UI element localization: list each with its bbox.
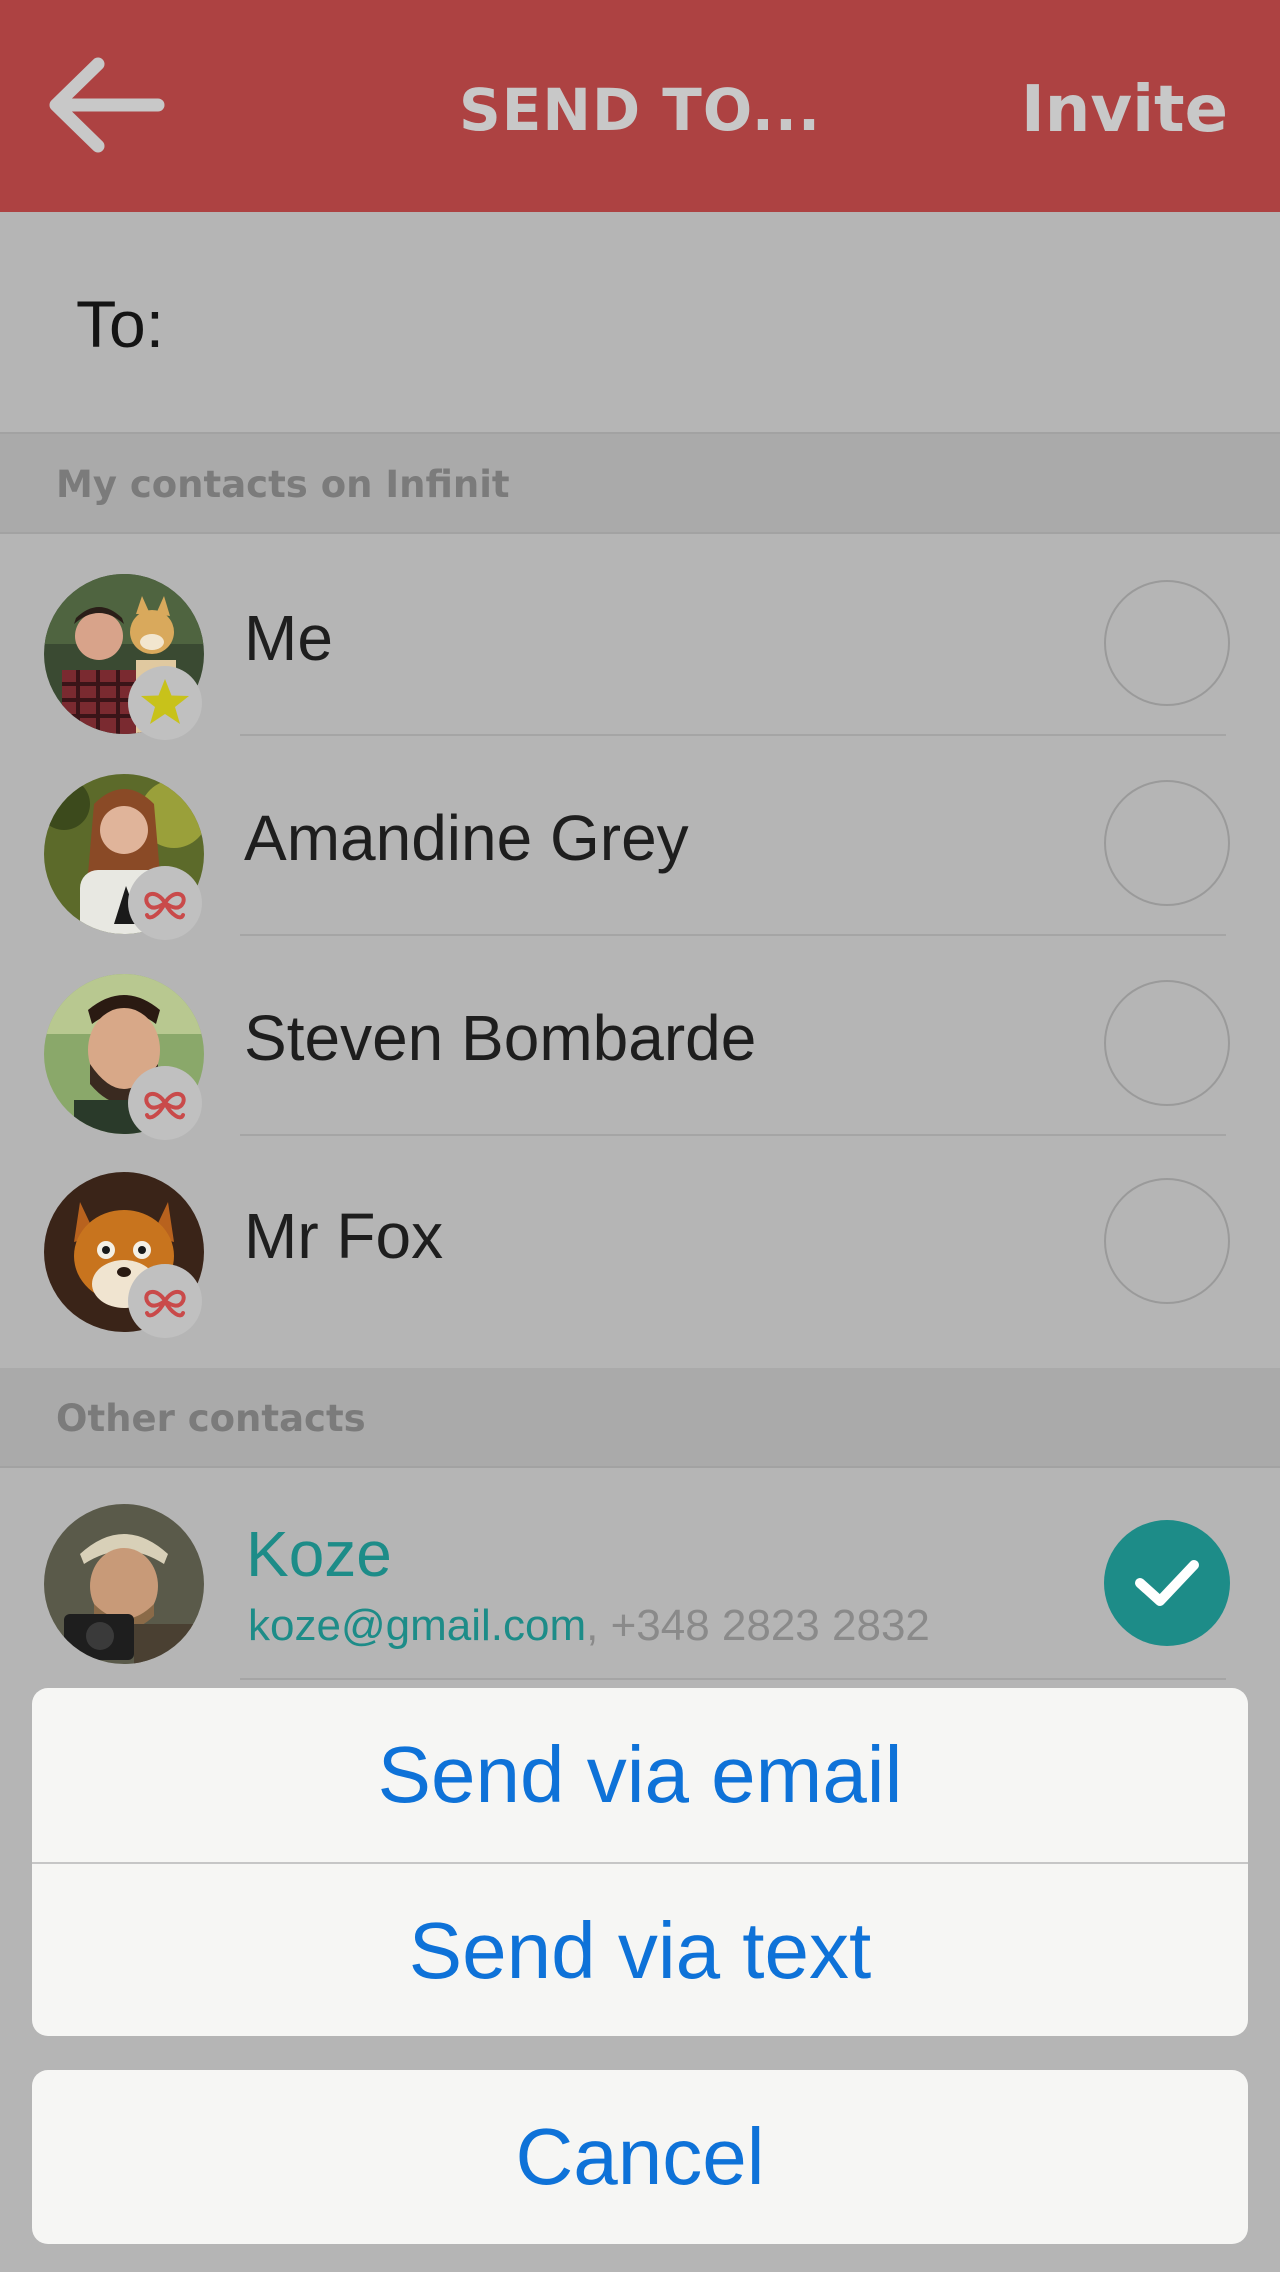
infinit-badge [128,1066,202,1140]
section-title: My contacts on Infinit [56,463,510,506]
contact-row-mr-fox[interactable]: Mr Fox [0,1134,1280,1338]
to-label: To: [76,287,165,361]
cancel-sheet: Cancel [32,2070,1248,2244]
select-checkbox[interactable] [1104,580,1230,706]
checkmark-icon [1135,1560,1199,1606]
contact-separator: , [586,1601,611,1650]
contact-row-steven-bombarde[interactable]: Steven Bombarde [0,936,1280,1140]
select-checkbox[interactable] [1104,1178,1230,1304]
star-icon [141,679,189,724]
contact-name: Me [244,602,333,674]
invite-button[interactable]: Invite [1021,70,1228,150]
contact-phone: +348 2823 2832 [610,1601,930,1650]
infinit-logo-icon [144,1092,186,1120]
selected-checkbox[interactable] [1104,1520,1230,1646]
send-via-email-button[interactable]: Send via email [32,1688,1248,1862]
infinit-logo-icon [144,892,186,920]
row-divider [240,1678,1226,1680]
contact-row-me[interactable]: Me [0,536,1280,740]
action-sheet: Send via email Send via text [32,1688,1248,2036]
infinit-badge [128,866,202,940]
back-button[interactable] [40,50,180,160]
contact-details: koze@gmail.com, +348 2823 2832 [248,1598,930,1654]
back-arrow-icon [49,57,165,153]
contact-row-amandine-grey[interactable]: Amandine Grey [0,736,1280,940]
nav-bar: SEND TO... Invite [0,0,1280,212]
send-via-text-button[interactable]: Send via text [32,1862,1248,2036]
avatar [44,1504,204,1664]
infinit-badge [128,1264,202,1338]
infinit-logo-icon [144,1290,186,1318]
select-checkbox[interactable] [1104,980,1230,1106]
section-header-other: Other contacts [0,1368,1280,1468]
page-title: SEND TO... [459,76,821,144]
contact-name: Koze [246,1518,392,1590]
contact-name: Steven Bombarde [244,1002,757,1074]
recipient-input[interactable] [190,282,1230,366]
contact-email: koze@gmail.com [248,1601,587,1650]
contact-row-koze[interactable]: Koze koze@gmail.com, +348 2823 2832 [0,1470,1280,1680]
favorite-badge [128,666,202,740]
recipient-row: To: [0,212,1280,434]
contact-name: Mr Fox [244,1200,444,1272]
contact-name: Amandine Grey [244,802,689,874]
cancel-button[interactable]: Cancel [32,2070,1248,2244]
section-header-infinit: My contacts on Infinit [0,434,1280,534]
section-title: Other contacts [56,1397,366,1440]
select-checkbox[interactable] [1104,780,1230,906]
